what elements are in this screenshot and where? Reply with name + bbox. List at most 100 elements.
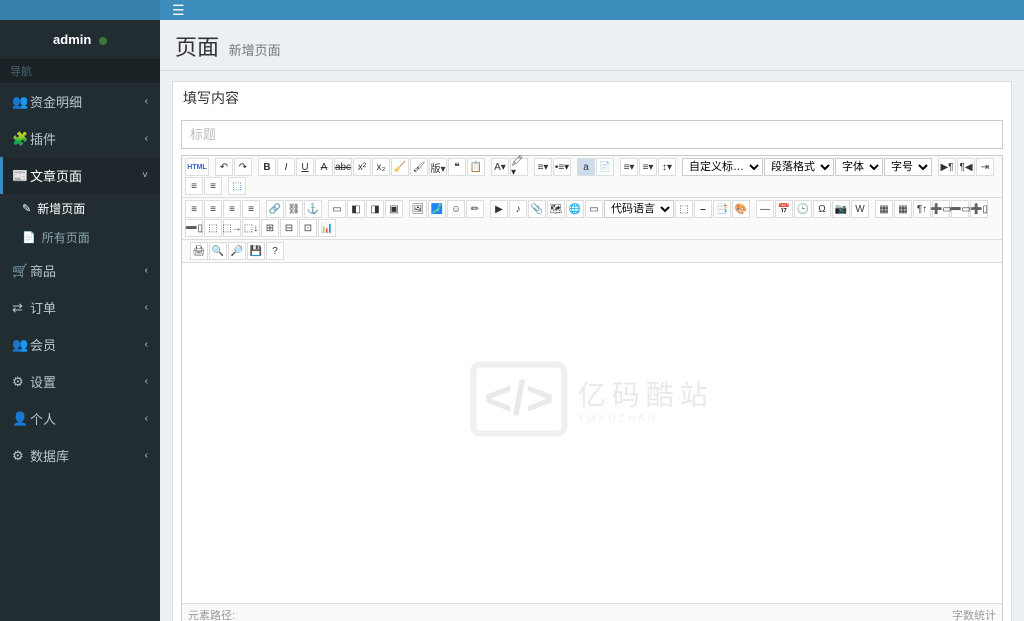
splittorows-button[interactable]: ⊟ <box>280 219 298 237</box>
title-input[interactable] <box>181 120 1003 149</box>
image-center-button[interactable]: ▣ <box>385 200 403 218</box>
attachment-button[interactable]: 📎 <box>528 200 546 218</box>
deletecol-button[interactable]: ➖▯ <box>185 219 203 237</box>
time-button[interactable]: 🕒 <box>794 200 812 218</box>
dir-ltr-button[interactable]: ▶¶ <box>938 158 956 176</box>
insertrow-button[interactable]: ➕▭ <box>932 200 950 218</box>
scrawl-button[interactable]: ✏ <box>466 200 484 218</box>
image-right-button[interactable]: ◨ <box>366 200 384 218</box>
insert-video-button[interactable]: ▶ <box>490 200 508 218</box>
paragraph-format-select[interactable]: 段落格式 <box>764 158 834 176</box>
align-left-button[interactable]: ≡ <box>185 200 203 218</box>
template-button[interactable]: 📑 <box>713 200 731 218</box>
deletetable-button[interactable]: ▦ <box>894 200 912 218</box>
hamburger-icon[interactable]: ☰ <box>172 2 185 19</box>
image-none-button[interactable]: ▭ <box>328 200 346 218</box>
emotion-button[interactable]: ☺ <box>447 200 465 218</box>
spechars-button[interactable]: Ω <box>813 200 831 218</box>
splittocells-button[interactable]: ⊞ <box>261 219 279 237</box>
sidebar-item-database[interactable]: ⚙ 数据库 ‹ <box>0 437 160 474</box>
forecolor-button[interactable]: A▾ <box>491 158 509 176</box>
sidebar-item-profile[interactable]: 👤 个人 ‹ <box>0 400 160 437</box>
insertcol-button[interactable]: ➕▯ <box>970 200 988 218</box>
align-right-button[interactable]: ≡ <box>204 177 222 195</box>
pagebreak-button[interactable]: ⎯ <box>694 200 712 218</box>
deleterow-button[interactable]: ➖▭ <box>951 200 969 218</box>
horizontal-button[interactable]: — <box>756 200 774 218</box>
rowspacing-bottom-button[interactable]: ≡▾ <box>639 158 657 176</box>
insertframe-button[interactable]: ▭ <box>585 200 603 218</box>
insert-image-button[interactable]: 🖼 <box>409 200 427 218</box>
align-left-button[interactable]: ≡ <box>185 177 203 195</box>
anchor-button[interactable]: ⚓ <box>304 200 322 218</box>
editor-canvas[interactable]: </> 亿码酷站 YMKUZHAN <box>182 263 1002 603</box>
sidebar-item-settings[interactable]: ⚙ 设置 ‹ <box>0 363 160 400</box>
sidebar-item-plugins[interactable]: 🧩 插件 ‹ <box>0 120 160 157</box>
selectall-button[interactable]: a <box>577 158 595 176</box>
multi-image-button[interactable]: 🗾 <box>428 200 446 218</box>
custom-style-select[interactable]: 自定义标… <box>682 158 763 176</box>
snapscreen-button[interactable]: 📷 <box>832 200 850 218</box>
lineheight-button[interactable]: ↕▾ <box>658 158 676 176</box>
html-source-button[interactable]: HTML <box>185 158 209 176</box>
drafts-button[interactable]: 💾 <box>247 242 265 260</box>
link-button[interactable]: 🔗 <box>266 200 284 218</box>
wordimage-button[interactable]: W <box>851 200 869 218</box>
align-center-button[interactable]: ≡ <box>204 200 222 218</box>
print-button[interactable]: 🖨 <box>190 242 208 260</box>
inserttable-button[interactable]: ▦ <box>875 200 893 218</box>
sidebar-item-products[interactable]: 🛒 商品 ‹ <box>0 252 160 289</box>
redo-button[interactable]: ↷ <box>234 158 252 176</box>
align-justify-button[interactable]: ≡ <box>242 200 260 218</box>
cleardoc-button[interactable]: 📄 <box>596 158 614 176</box>
sidebar-subitem-all-pages[interactable]: 📄 所有页面 <box>0 223 160 252</box>
map-button[interactable]: 🗺 <box>547 200 565 218</box>
rowspacing-top-button[interactable]: ≡▾ <box>620 158 638 176</box>
mergecells-button[interactable]: ⬚ <box>204 219 222 237</box>
strikethrough-button[interactable]: abc <box>334 158 352 176</box>
word-count[interactable]: 字数统计 <box>952 607 996 621</box>
bold-button[interactable]: B <box>258 158 276 176</box>
font-family-select[interactable]: 字体 <box>835 158 883 176</box>
code-language-select[interactable]: 代码语言 <box>604 200 674 218</box>
charts-button[interactable]: 📊 <box>318 219 336 237</box>
webapp-button[interactable]: ⬚ <box>675 200 693 218</box>
date-button[interactable]: 📅 <box>775 200 793 218</box>
help-button[interactable]: ? <box>266 242 284 260</box>
italic-button[interactable]: I <box>277 158 295 176</box>
subscript-button[interactable]: x₂ <box>372 158 390 176</box>
splittocols-button[interactable]: ⊡ <box>299 219 317 237</box>
undo-button[interactable]: ↶ <box>215 158 233 176</box>
mergedown-button[interactable]: ⬚↓ <box>242 219 260 237</box>
pasteplain-button[interactable]: 📋 <box>467 158 485 176</box>
mergeright-button[interactable]: ⬚→ <box>223 219 241 237</box>
indent-button[interactable]: ⇥ <box>976 158 994 176</box>
gmap-button[interactable]: 🌐 <box>566 200 584 218</box>
dir-rtl-button[interactable]: ¶◀ <box>957 158 975 176</box>
ordered-list-button[interactable]: ≡▾ <box>534 158 552 176</box>
unordered-list-button[interactable]: •≡▾ <box>553 158 571 176</box>
remove-format-button[interactable]: 🧹 <box>391 158 409 176</box>
preview-button[interactable]: 🔍 <box>209 242 227 260</box>
sidebar-item-pages[interactable]: 📰 文章页面 ˅ <box>0 157 160 194</box>
insertparagraphbefore-button[interactable]: ¶↑ <box>913 200 931 218</box>
font-size-select[interactable]: 字号 <box>884 158 932 176</box>
touppercase-button[interactable]: ⬚ <box>228 177 246 195</box>
sidebar-item-orders[interactable]: ⇄ 订单 ‹ <box>0 289 160 326</box>
sidebar-item-funds[interactable]: 👥 资金明细 ‹ <box>0 83 160 120</box>
fontborder-button[interactable]: A <box>315 158 333 176</box>
sidebar-subitem-new-page[interactable]: ✎ 新增页面 <box>0 194 160 223</box>
autotypeset-button[interactable]: 版▾ <box>429 158 447 176</box>
unlink-button[interactable]: ⛓ <box>285 200 303 218</box>
align-right-button[interactable]: ≡ <box>223 200 241 218</box>
underline-button[interactable]: U <box>296 158 314 176</box>
background-button[interactable]: 🎨 <box>732 200 750 218</box>
searchreplace-button[interactable]: 🔎 <box>228 242 246 260</box>
blockquote-button[interactable]: ❝ <box>448 158 466 176</box>
music-button[interactable]: ♪ <box>509 200 527 218</box>
backcolor-button[interactable]: 🖍▾ <box>510 158 528 176</box>
format-match-button[interactable]: 🖌 <box>410 158 428 176</box>
image-left-button[interactable]: ◧ <box>347 200 365 218</box>
sidebar-item-members[interactable]: 👥 会员 ‹ <box>0 326 160 363</box>
superscript-button[interactable]: x² <box>353 158 371 176</box>
